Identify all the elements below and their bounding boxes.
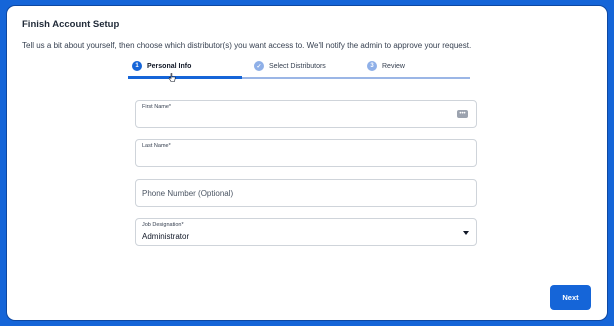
step-number-1: 1 [132,61,142,71]
last-name-label: Last Name* [142,143,171,149]
step-review[interactable]: 3 Review [367,61,405,71]
stepper-progress [128,76,242,79]
autofill-menu-icon[interactable]: ••• [457,110,468,118]
last-name-field[interactable]: Last Name* [135,139,477,167]
job-designation-select[interactable]: Job Designation* Administrator [135,218,477,246]
first-name-field[interactable]: First Name* ••• [135,100,477,128]
step-label: Review [382,62,405,70]
step-label: Personal Info [147,62,192,70]
step-select-distributors[interactable]: ✓ Select Distributors [254,61,326,71]
dialog-description: Tell us a bit about yourself, then choos… [22,41,472,50]
hand-cursor-icon [168,73,176,82]
step-personal-info[interactable]: 1 Personal Info [132,61,191,71]
chevron-down-icon[interactable] [463,231,469,235]
job-designation-label: Job Designation* [142,222,184,228]
step-label: Select Distributors [269,62,326,70]
phone-number-field[interactable]: Phone Number (Optional) [135,179,477,207]
check-icon: ✓ [254,61,264,71]
step-number-3: 3 [367,61,377,71]
dialog-title: Finish Account Setup [22,19,120,30]
next-button[interactable]: Next [550,285,591,310]
job-designation-value: Administrator [142,232,190,241]
first-name-label: First Name* [142,104,172,110]
stepper: 1 Personal Info ✓ Select Distributors 3 … [128,58,470,79]
phone-number-placeholder: Phone Number (Optional) [142,189,234,198]
